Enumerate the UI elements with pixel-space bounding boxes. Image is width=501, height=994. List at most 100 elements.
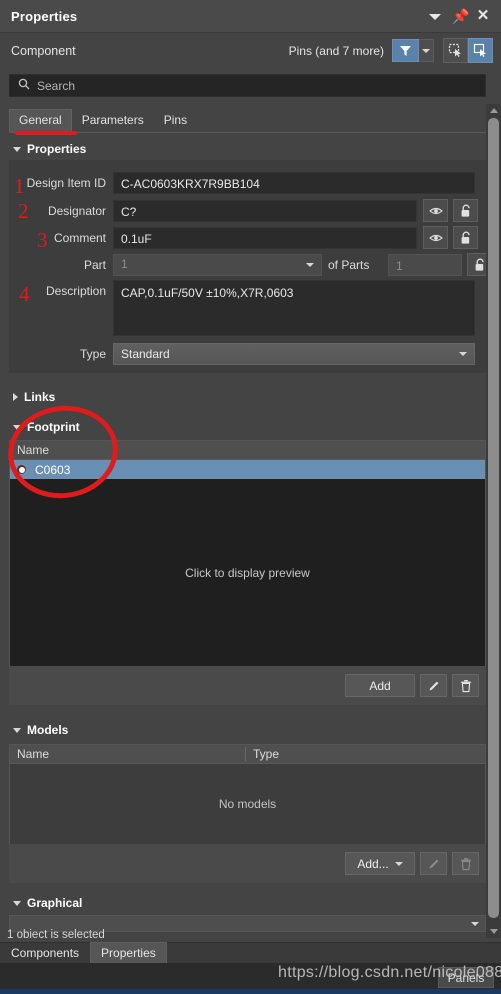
component-toolbar: Component Pins (and 7 more) xyxy=(0,33,501,68)
section-label-models: Models xyxy=(27,723,69,737)
field-row-designator: Designator C? xyxy=(10,199,478,222)
chevron-down-icon xyxy=(422,48,430,53)
models-column-type: Type xyxy=(245,747,485,761)
tab-pins[interactable]: Pins xyxy=(154,109,197,132)
footprint-column-name: Name xyxy=(17,443,50,457)
search-input[interactable]: Search xyxy=(9,74,486,97)
select-active-icon[interactable] xyxy=(468,38,493,63)
panels-button[interactable]: Panels xyxy=(438,967,494,988)
radio-selected-icon[interactable] xyxy=(16,464,27,475)
field-row-part: Part 1 of Parts 1 xyxy=(10,253,492,276)
models-empty-area: No models xyxy=(10,764,485,844)
models-add-button[interactable]: Add... xyxy=(345,852,415,875)
field-row-type: Type Standard xyxy=(10,343,475,365)
label-part: Part xyxy=(83,257,106,272)
scroll-down-arrow-icon[interactable] xyxy=(490,929,498,934)
models-empty-text: No models xyxy=(218,797,277,811)
footprint-row-c0603[interactable]: C0603 xyxy=(10,460,485,479)
page-title: Properties xyxy=(11,8,78,24)
bottom-tab-components[interactable]: Components xyxy=(0,942,90,964)
chevron-down-icon xyxy=(394,861,403,866)
tab-parameters[interactable]: Parameters xyxy=(72,109,154,132)
unlock-icon[interactable] xyxy=(453,199,478,222)
label-comment: Comment xyxy=(53,230,106,245)
close-icon[interactable]: ✕ xyxy=(476,8,490,23)
edit-pencil-icon[interactable] xyxy=(420,674,447,697)
taskbar-accent-strip xyxy=(0,989,501,994)
select-part-value: 1 xyxy=(121,257,128,271)
section-header-models[interactable]: Models xyxy=(13,723,68,737)
component-toolbar-right: Pins (and 7 more) xyxy=(289,38,493,63)
trash-icon[interactable] xyxy=(452,852,479,875)
scope-label: Pins (and 7 more) xyxy=(288,43,384,58)
select-type[interactable]: Standard xyxy=(113,343,475,365)
section-header-properties[interactable]: Properties xyxy=(13,142,86,156)
triangle-expanded-icon xyxy=(13,424,21,430)
label-of-parts: of Parts xyxy=(328,257,370,272)
section-header-links[interactable]: Links xyxy=(13,390,55,404)
input-comment[interactable]: 0.1uF xyxy=(113,226,417,249)
triangle-collapsed-icon xyxy=(13,393,18,401)
triangle-expanded-icon xyxy=(13,727,21,733)
properties-group: Design Item ID C-AC0603KRX7R9BB104 Desig… xyxy=(9,160,492,373)
section-label-links: Links xyxy=(24,390,56,404)
label-design-item-id: Design Item ID xyxy=(26,176,106,190)
footprint-list-container: Name C0603 Click to display preview Add xyxy=(9,440,486,705)
select-type-value: Standard xyxy=(121,346,170,361)
input-design-item-id[interactable]: C-AC0603KRX7R9BB104 xyxy=(113,172,475,194)
section-header-graphical[interactable]: Graphical xyxy=(13,896,82,910)
vertical-scrollbar[interactable] xyxy=(486,104,501,938)
tab-bar: General Parameters Pins xyxy=(9,109,486,133)
field-row-comment: Comment 0.1uF xyxy=(10,226,478,249)
chevron-down-icon xyxy=(306,262,314,267)
trash-icon[interactable] xyxy=(452,674,479,697)
models-column-name: Name xyxy=(17,747,50,761)
chevron-down-icon xyxy=(471,921,479,926)
footprint-add-button[interactable]: Add xyxy=(345,674,415,697)
edit-pencil-icon[interactable] xyxy=(420,852,447,875)
pin-icon[interactable]: 📌 xyxy=(452,9,469,23)
properties-panel: Properties 📌 ✕ Component Pins (and 7 mor… xyxy=(0,0,501,994)
section-header-footprint[interactable]: Footprint xyxy=(13,420,80,434)
eye-icon[interactable] xyxy=(423,226,448,249)
search-icon xyxy=(18,78,30,93)
triangle-expanded-icon xyxy=(13,146,21,152)
field-row-description: Description CAP,0.1uF/50V ±10%,X7R,0603 xyxy=(10,280,475,336)
section-label-footprint: Footprint xyxy=(27,420,80,434)
triangle-expanded-icon xyxy=(13,900,21,906)
scroll-up-arrow-icon[interactable] xyxy=(490,108,498,113)
footprint-preview-area[interactable]: Click to display preview xyxy=(10,479,485,667)
footprint-row-name: C0603 xyxy=(35,462,71,477)
section-label-graphical: Graphical xyxy=(27,896,83,910)
input-description[interactable]: CAP,0.1uF/50V ±10%,X7R,0603 xyxy=(113,280,475,336)
footprint-list-header: Name xyxy=(10,441,485,460)
unlock-icon[interactable] xyxy=(453,226,478,249)
label-description: Description xyxy=(45,284,106,298)
filter-funnel-icon[interactable] xyxy=(392,39,419,62)
caret-down-icon[interactable] xyxy=(428,9,442,23)
bottom-tab-bar: Components Properties xyxy=(0,942,501,964)
panel-titlebar: Properties 📌 ✕ xyxy=(0,0,501,33)
titlebar-icon-group: 📌 ✕ xyxy=(428,8,490,23)
models-list-header: Name Type xyxy=(10,745,485,764)
select-part[interactable]: 1 xyxy=(113,253,322,276)
input-designator[interactable]: C? xyxy=(113,199,417,222)
models-list-container: Name Type No models Add... xyxy=(9,744,486,883)
eye-icon[interactable] xyxy=(423,199,448,222)
label-type: Type xyxy=(79,347,106,361)
field-row-design-item-id: Design Item ID C-AC0603KRX7R9BB104 xyxy=(10,172,475,194)
section-label-properties: Properties xyxy=(27,142,87,156)
scrollbar-thumb[interactable] xyxy=(488,118,499,918)
bottom-tab-properties[interactable]: Properties xyxy=(90,942,167,964)
models-add-label: Add... xyxy=(357,856,389,871)
footprint-button-bar: Add xyxy=(9,666,486,705)
select-object-icon[interactable] xyxy=(443,38,468,63)
tab-general[interactable]: General xyxy=(9,109,72,132)
footprint-preview-text: Click to display preview xyxy=(185,566,310,580)
status-bar-text: 1 obiect is selected xyxy=(7,929,105,941)
label-designator: Designator xyxy=(47,203,106,218)
search-placeholder: Search xyxy=(37,78,76,93)
models-button-bar: Add... xyxy=(9,844,486,883)
filter-dropdown-button[interactable] xyxy=(419,39,434,62)
input-of-parts[interactable]: 1 xyxy=(388,253,462,276)
